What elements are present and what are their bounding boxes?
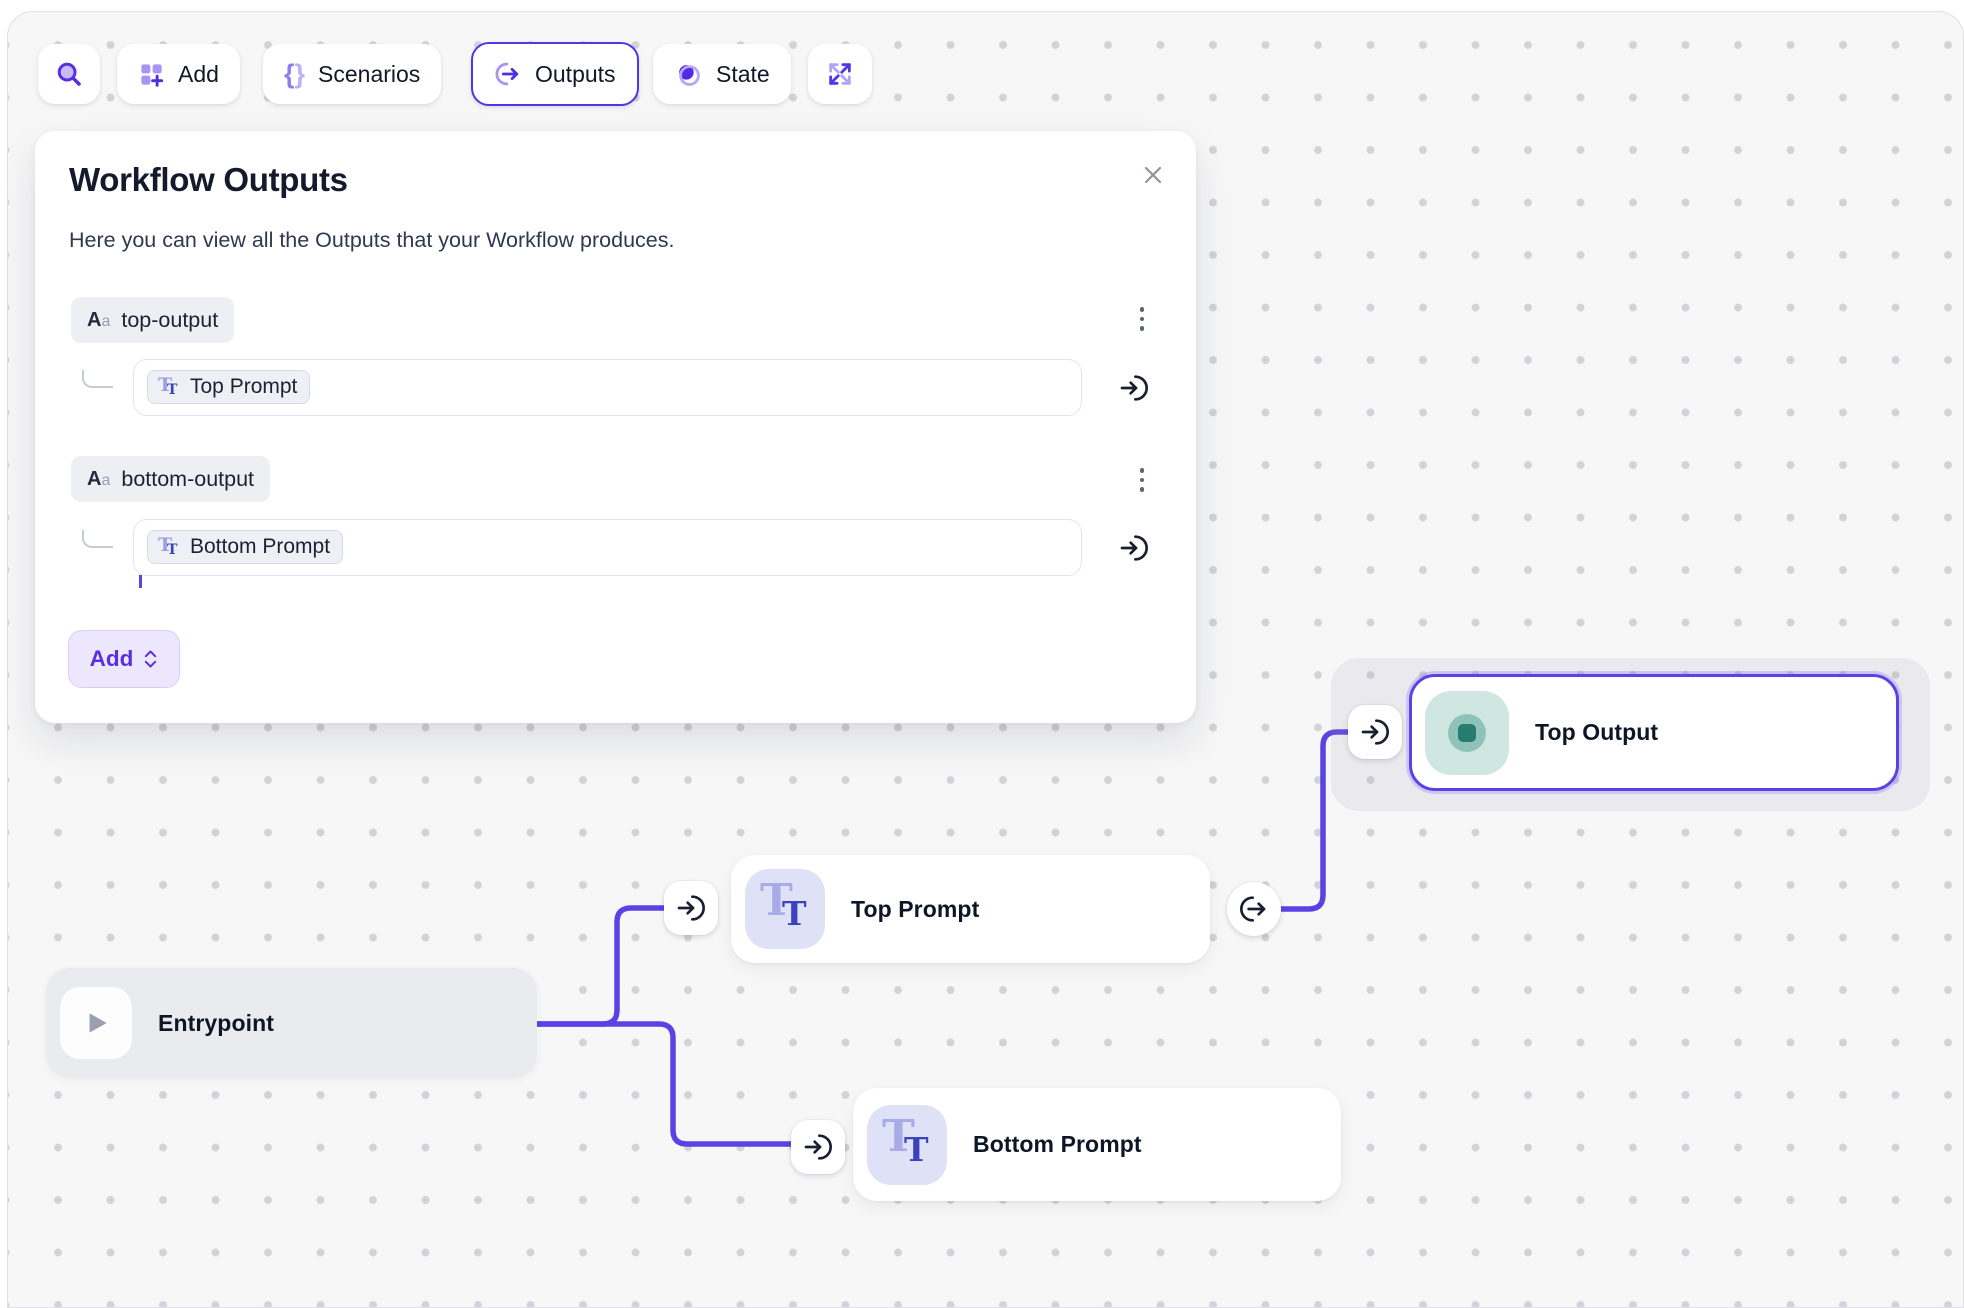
scenarios-button[interactable]: {} Scenarios [263,44,441,104]
string-type-icon: Aa [87,468,110,491]
go-to-source-button[interactable] [1118,532,1150,564]
chip-label: Top Prompt [190,375,297,399]
close-button[interactable] [1135,157,1171,193]
text-type-icon: TT [157,534,181,560]
scenarios-button-label: Scenarios [318,61,420,88]
search-button[interactable] [38,44,100,104]
play-icon [60,987,132,1059]
node-top-prompt[interactable]: T T Top Prompt [731,855,1210,963]
state-button[interactable]: State [653,44,791,104]
add-output-button[interactable]: Add [68,630,180,688]
output-name: top-output [121,308,218,333]
outputs-button[interactable]: Outputs [471,42,639,106]
add-output-label: Add [90,646,134,672]
go-to-source-button[interactable] [1118,372,1150,404]
eclipse-icon [674,60,703,89]
workflow-outputs-panel: Workflow Outputs Here you can view all t… [35,131,1196,723]
node-top-output[interactable]: Top Output [1409,674,1899,791]
search-icon [54,59,84,89]
output-name-badge[interactable]: Aa top-output [71,297,234,343]
output-value-input[interactable]: TT Bottom Prompt [133,519,1082,576]
chevron-up-down-icon [143,647,158,671]
string-type-icon: Aa [87,309,110,332]
state-button-label: State [716,61,770,88]
node-bottom-prompt[interactable]: T T Bottom Prompt [853,1088,1341,1201]
arrow-into-circle-icon [1118,372,1150,404]
arrow-into-circle-icon [675,892,707,924]
text-type-icon: T T [745,869,825,949]
output-name: bottom-output [121,467,254,492]
output-name-badge[interactable]: Aa bottom-output [71,456,270,502]
bottom-prompt-input-port[interactable] [791,1120,845,1174]
output-menu-button[interactable] [1129,299,1155,339]
panel-title: Workflow Outputs [69,161,348,199]
node-label: Entrypoint [158,1010,274,1037]
tree-elbow-connector [82,370,113,388]
text-type-icon: TT [157,374,181,400]
top-output-input-port[interactable] [1348,705,1402,759]
node-label: Top Output [1535,719,1658,746]
edge-entrypoint-to-top-prompt [537,908,666,1024]
arrow-into-circle-icon [1359,716,1391,748]
panel-description: Here you can view all the Outputs that y… [69,228,674,253]
text-cursor [139,575,142,588]
node-reference-chip[interactable]: TT Bottom Prompt [147,530,343,564]
output-value-input[interactable]: TT Top Prompt [133,359,1082,416]
text-type-glyph-small: T [904,1130,929,1169]
top-prompt-output-port[interactable] [1227,882,1281,936]
arrow-out-of-circle-icon [1238,893,1270,925]
braces-icon: {} [284,59,305,90]
add-button-label: Add [178,61,219,88]
node-reference-chip[interactable]: TT Top Prompt [147,370,310,404]
edge-entrypoint-to-bottom-prompt [537,1024,794,1144]
tree-elbow-connector [82,530,113,548]
grid-plus-icon [138,61,165,88]
text-type-icon: T T [867,1105,947,1185]
output-menu-button[interactable] [1129,460,1155,500]
expand-arrows-icon [826,60,854,88]
arrow-into-circle-icon [802,1131,834,1163]
node-label: Top Prompt [851,896,979,923]
node-label: Bottom Prompt [973,1131,1142,1158]
arrow-out-of-circle-icon [494,60,522,88]
outputs-button-label: Outputs [535,61,616,88]
node-entrypoint[interactable]: Entrypoint [46,968,537,1078]
text-type-glyph-small: T [782,894,807,933]
arrow-into-circle-icon [1118,532,1150,564]
expand-button[interactable] [808,44,872,104]
add-button[interactable]: Add [117,44,240,104]
top-prompt-input-port[interactable] [664,881,718,935]
chip-label: Bottom Prompt [190,535,330,559]
output-value-icon [1425,691,1509,775]
close-icon [1141,163,1165,187]
